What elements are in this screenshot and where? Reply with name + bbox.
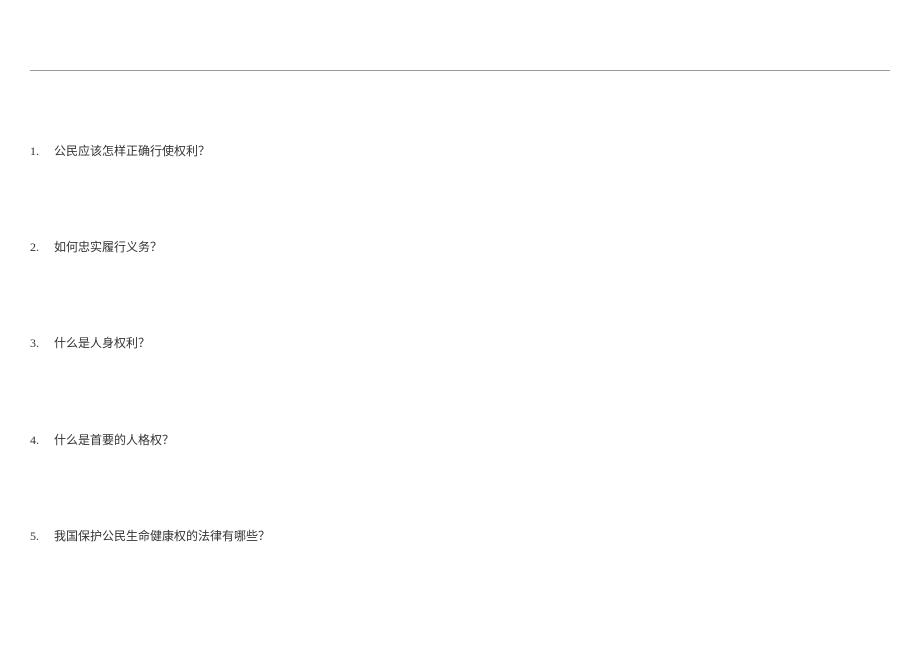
question-text: 公民应该怎样正确行使权利？ [54, 142, 890, 161]
question-number: 5. [30, 527, 50, 546]
question-text: 如何忠实履行义务？ [54, 238, 890, 257]
question-text: 什么是人身权利？ [54, 334, 890, 353]
question-number: 4. [30, 431, 50, 450]
list-item: 2. 如何忠实履行义务？ [30, 238, 890, 257]
list-item: 5. 我国保护公民生命健康权的法律有哪些？ [30, 527, 890, 546]
question-number: 3. [30, 334, 50, 353]
list-item: 1. 公民应该怎样正确行使权利？ [30, 142, 890, 161]
horizontal-divider [30, 70, 890, 71]
list-item: 4. 什么是首要的人格权？ [30, 431, 890, 450]
question-number: 1. [30, 142, 50, 161]
question-number: 2. [30, 238, 50, 257]
list-item: 3. 什么是人身权利？ [30, 334, 890, 353]
question-text: 我国保护公民生命健康权的法律有哪些？ [54, 527, 890, 546]
question-text: 什么是首要的人格权？ [54, 431, 890, 450]
question-list: 1. 公民应该怎样正确行使权利？ 2. 如何忠实履行义务？ 3. 什么是人身权利… [30, 142, 890, 623]
